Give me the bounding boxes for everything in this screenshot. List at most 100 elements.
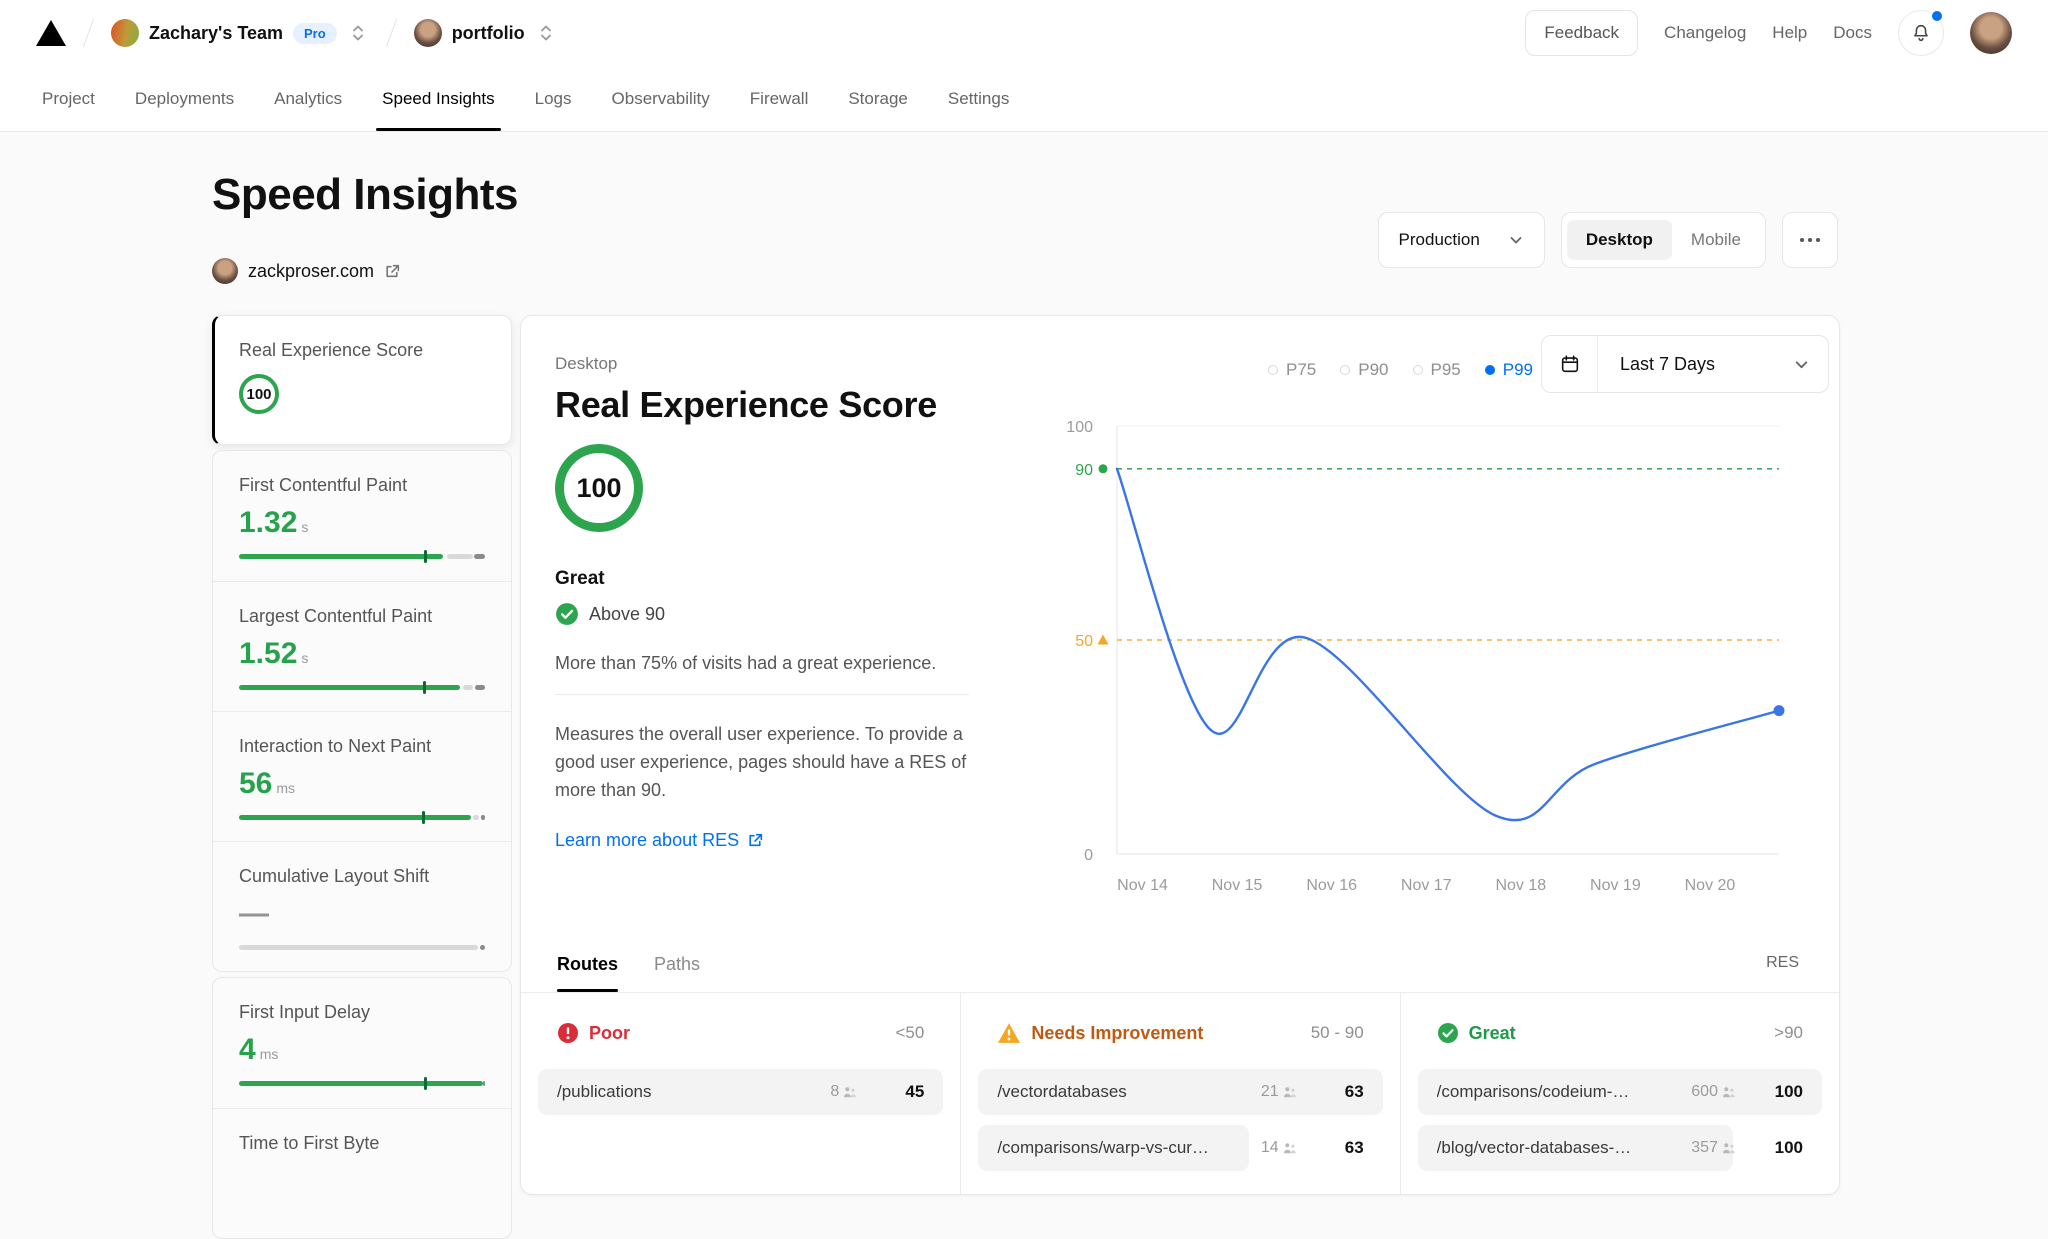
metric-title: First Contentful Paint xyxy=(239,475,485,496)
tab-speed-insights[interactable]: Speed Insights xyxy=(382,66,494,131)
notifications-button[interactable] xyxy=(1898,10,1944,56)
y-tick-label: 100 xyxy=(1066,419,1093,436)
x-tick-label: Nov 19 xyxy=(1590,877,1641,894)
description-text: Measures the overall user experience. To… xyxy=(555,720,995,804)
route-visitor-count: 600 xyxy=(1671,1083,1735,1101)
tab-project[interactable]: Project xyxy=(42,66,95,131)
environment-select[interactable]: Production xyxy=(1378,212,1545,268)
tab-observability[interactable]: Observability xyxy=(612,66,710,131)
bar-segment-green xyxy=(239,1081,483,1086)
date-range-select[interactable]: Last 7 Days xyxy=(1541,335,1829,393)
metric-value-row: 4ms xyxy=(239,1033,485,1067)
metric-card-largest-contentful-paint[interactable]: Largest Contentful Paint1.52s xyxy=(213,581,511,711)
tab-routes[interactable]: Routes xyxy=(557,936,618,992)
x-tick-label: Nov 17 xyxy=(1401,877,1452,894)
metric-card-first-contentful-paint[interactable]: First Contentful Paint1.32s xyxy=(213,451,511,581)
metric-value-row: 1.52s xyxy=(239,637,485,671)
route-path: /comparisons/warp-vs-cur… xyxy=(997,1138,1231,1158)
category-range: >90 xyxy=(1774,1023,1803,1043)
user-avatar[interactable] xyxy=(1970,12,2012,54)
route-visitor-count: 8 xyxy=(792,1083,856,1101)
metrics-sidebar: Real Experience Score100First Contentful… xyxy=(212,315,512,1239)
team-selector-icon[interactable] xyxy=(347,19,369,47)
error-circle-icon xyxy=(557,1022,579,1044)
domain-link[interactable]: zackproser.com xyxy=(212,258,401,284)
metric-value: — xyxy=(239,897,269,931)
learn-more-link[interactable]: Learn more about RES xyxy=(555,830,764,851)
metric-value: 4 xyxy=(239,1033,256,1067)
rating-detail: Above 90 xyxy=(589,604,665,625)
device-toggle: Desktop Mobile xyxy=(1561,212,1766,268)
percentile-label: P75 xyxy=(1286,360,1316,380)
visitors-icon xyxy=(843,1085,856,1099)
res-unit-label: RES xyxy=(1766,954,1799,972)
category-range: <50 xyxy=(895,1023,924,1043)
team-name: Zachary's Team xyxy=(149,23,283,44)
visitors-icon xyxy=(1283,1085,1296,1099)
calendar-button[interactable] xyxy=(1542,336,1598,392)
help-link[interactable]: Help xyxy=(1772,23,1807,43)
route-visitor-count: 357 xyxy=(1671,1139,1735,1157)
check-circle-icon xyxy=(1437,1022,1459,1044)
y-tick-label: 90 xyxy=(1075,462,1093,479)
route-score: 63 xyxy=(1316,1138,1364,1158)
metric-card-time-to-first-byte[interactable]: Time to First Byte xyxy=(213,1108,511,1238)
device-desktop-button[interactable]: Desktop xyxy=(1567,220,1672,260)
metric-card-cumulative-layout-shift[interactable]: Cumulative Layout Shift— xyxy=(213,841,511,971)
percentile-p90[interactable]: P90 xyxy=(1340,360,1388,380)
bar-value-tick xyxy=(424,1077,427,1090)
tab-paths[interactable]: Paths xyxy=(654,936,700,992)
breadcrumb-team[interactable]: Zachary's Team Pro xyxy=(111,19,369,47)
route-row[interactable]: /comparisons/codeium-…600100 xyxy=(1418,1069,1822,1115)
bar-segment-green xyxy=(239,554,443,559)
x-tick-label: Nov 18 xyxy=(1495,877,1546,894)
metric-unit: ms xyxy=(260,1046,279,1062)
tab-storage[interactable]: Storage xyxy=(848,66,908,131)
percentile-p99[interactable]: P99 xyxy=(1485,360,1533,380)
category-poor: Poor<50/publications845 xyxy=(521,993,960,1194)
route-score: 100 xyxy=(1755,1082,1803,1102)
tab-deployments[interactable]: Deployments xyxy=(135,66,234,131)
threshold-triangle-icon xyxy=(1098,635,1109,645)
metric-card-first-input-delay[interactable]: First Input Delay4ms xyxy=(213,978,511,1108)
percentile-p75[interactable]: P75 xyxy=(1268,360,1316,380)
changelog-link[interactable]: Changelog xyxy=(1664,23,1746,43)
percentile-selector: P75 P90 P95 P99 xyxy=(1268,360,1533,380)
project-nav: Project Deployments Analytics Speed Insight… xyxy=(0,66,2048,132)
tab-settings[interactable]: Settings xyxy=(948,66,1009,131)
route-row[interactable]: /vectordatabases2163 xyxy=(978,1069,1382,1115)
y-tick-label: 50 xyxy=(1075,633,1093,650)
route-row[interactable]: /publications845 xyxy=(538,1069,943,1115)
date-range-value: Last 7 Days xyxy=(1598,354,1793,375)
project-avatar xyxy=(414,19,442,47)
tab-analytics[interactable]: Analytics xyxy=(274,66,342,131)
breadcrumb-slash xyxy=(83,19,94,48)
tab-firewall[interactable]: Firewall xyxy=(750,66,809,131)
breadcrumb-project[interactable]: portfolio xyxy=(414,19,557,47)
project-selector-icon[interactable] xyxy=(535,19,557,47)
radio-dot-icon xyxy=(1268,365,1278,375)
count-value: 21 xyxy=(1261,1083,1279,1101)
route-row-content: /comparisons/warp-vs-cur…1463 xyxy=(978,1125,1382,1171)
metric-card-real-experience-score[interactable]: Real Experience Score100 xyxy=(215,316,511,444)
category-header: Poor<50 xyxy=(538,1021,943,1045)
docs-link[interactable]: Docs xyxy=(1833,23,1872,43)
route-row[interactable]: /comparisons/warp-vs-cur…1463 xyxy=(978,1125,1382,1171)
x-tick-label: Nov 16 xyxy=(1306,877,1357,894)
panel-device-label: Desktop xyxy=(555,354,617,374)
route-row[interactable]: /blog/vector-databases-…357100 xyxy=(1418,1125,1822,1171)
routes-tabs-bar: Routes Paths RES xyxy=(521,936,1839,993)
vercel-logo-icon[interactable] xyxy=(36,20,66,46)
device-mobile-button[interactable]: Mobile xyxy=(1672,220,1760,260)
visitors-icon xyxy=(1283,1141,1296,1155)
project-name: portfolio xyxy=(452,23,525,44)
calendar-icon xyxy=(1559,353,1581,375)
metric-threshold-bar xyxy=(239,681,485,694)
metric-card-interaction-to-next-paint[interactable]: Interaction to Next Paint56ms xyxy=(213,711,511,841)
percentile-p95[interactable]: P95 xyxy=(1413,360,1461,380)
threshold-dot-icon xyxy=(1099,464,1108,473)
tab-logs[interactable]: Logs xyxy=(535,66,572,131)
more-options-button[interactable] xyxy=(1782,212,1838,268)
feedback-button[interactable]: Feedback xyxy=(1525,10,1638,56)
breadcrumb-slash xyxy=(386,19,397,48)
